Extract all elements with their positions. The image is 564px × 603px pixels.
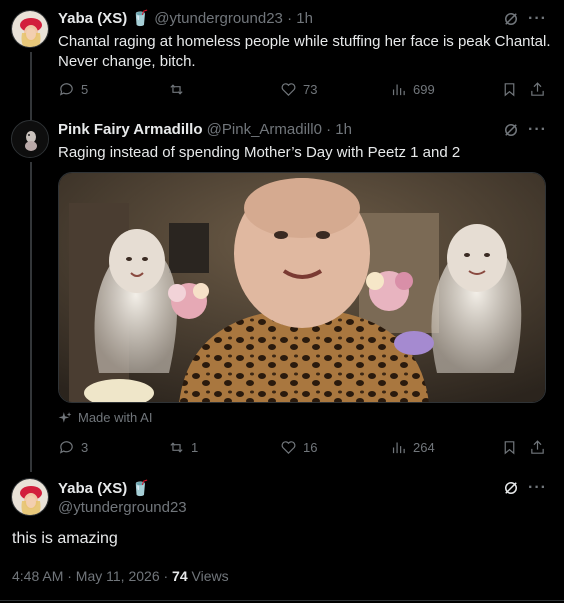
more-icon[interactable]: ··· xyxy=(528,121,547,139)
share-button[interactable] xyxy=(529,81,546,98)
verified-emoji: 🥤 xyxy=(131,10,151,27)
tweet-text-line1: Chantal raging at homeless people while … xyxy=(58,33,551,50)
timestamp[interactable]: 4:48 AM · May 11, 2026 · xyxy=(12,568,172,584)
bookmark-button[interactable] xyxy=(501,439,518,456)
repost-count: 1 xyxy=(191,440,199,455)
share-icon xyxy=(531,440,544,454)
display-name[interactable]: Pink Fairy Armadillo xyxy=(58,121,203,138)
tweet-image[interactable] xyxy=(58,172,546,403)
reply-icon xyxy=(59,83,73,96)
handle[interactable]: @Pink_Armadill0 xyxy=(207,121,322,138)
reply-count: 3 xyxy=(81,440,89,455)
like-count: 73 xyxy=(303,82,318,97)
divider xyxy=(0,600,564,601)
views-icon xyxy=(392,84,405,96)
avatar[interactable] xyxy=(11,478,49,516)
bookmark-button[interactable] xyxy=(501,81,518,98)
sparkle-icon xyxy=(58,411,72,423)
tweet-text: Chantal raging at homeless people while … xyxy=(58,32,551,72)
tweet-header: Pink Fairy Armadillo @Pink_Armadill0 · 1… xyxy=(58,121,352,139)
display-name[interactable]: Yaba (XS) xyxy=(58,480,127,497)
verified-emoji: 🥤 xyxy=(131,480,151,497)
like-icon xyxy=(281,83,296,97)
avatar[interactable] xyxy=(11,10,49,48)
made-with-ai-label[interactable]: Made with AI xyxy=(58,410,152,425)
share-icon xyxy=(531,82,544,96)
main-tweet-text: this is amazing xyxy=(12,530,118,547)
grok-icon[interactable] xyxy=(502,10,520,32)
repost-button[interactable]: 1 xyxy=(168,439,198,456)
views-button[interactable]: 264 xyxy=(390,439,435,456)
tweet-header: Yaba (XS) 🥤 @ytunderground23 · 1h xyxy=(58,10,313,28)
reply-count: 5 xyxy=(81,82,89,97)
made-with-ai-text: Made with AI xyxy=(78,410,153,425)
reply-button[interactable]: 3 xyxy=(58,439,88,456)
views-button[interactable]: 699 xyxy=(390,81,435,98)
reply-button[interactable]: 5 xyxy=(58,81,88,98)
thread-line xyxy=(30,162,32,472)
timestamp[interactable]: · 1h xyxy=(287,10,313,27)
grok-icon[interactable] xyxy=(502,479,520,501)
tweet-meta: 4:48 AM · May 11, 2026 · 74 Views xyxy=(12,568,229,584)
tweet-text: Raging instead of spending Mother’s Day … xyxy=(58,144,461,161)
like-count: 16 xyxy=(303,440,318,455)
like-icon xyxy=(281,441,296,455)
grok-icon[interactable] xyxy=(502,121,520,143)
views-icon xyxy=(392,442,405,454)
more-icon[interactable]: ··· xyxy=(528,10,547,28)
timestamp[interactable]: · 1h xyxy=(326,121,352,138)
like-button[interactable]: 16 xyxy=(280,439,317,456)
more-icon[interactable]: ··· xyxy=(528,479,547,497)
thread-line xyxy=(30,52,32,112)
avatar[interactable] xyxy=(11,120,49,158)
repost-button[interactable] xyxy=(168,81,191,98)
views-count: 264 xyxy=(413,440,435,455)
views-count: 699 xyxy=(413,82,435,97)
display-name[interactable]: Yaba (XS) xyxy=(58,10,127,27)
views-label: Views xyxy=(187,568,229,584)
bookmark-icon xyxy=(504,441,515,455)
thread-line-top xyxy=(30,108,32,120)
bookmark-icon xyxy=(504,83,515,97)
views-count: 74 xyxy=(172,568,188,584)
repost-icon xyxy=(170,442,183,453)
share-button[interactable] xyxy=(529,439,546,456)
author-name-row: Yaba (XS) 🥤 xyxy=(58,480,150,498)
tweet-text-line2: Never change, bitch. xyxy=(58,53,196,70)
reply-icon xyxy=(59,441,73,454)
repost-icon xyxy=(170,84,183,95)
like-button[interactable]: 73 xyxy=(280,81,317,98)
handle[interactable]: @ytunderground23 xyxy=(58,499,187,516)
handle[interactable]: @ytunderground23 xyxy=(154,10,283,27)
